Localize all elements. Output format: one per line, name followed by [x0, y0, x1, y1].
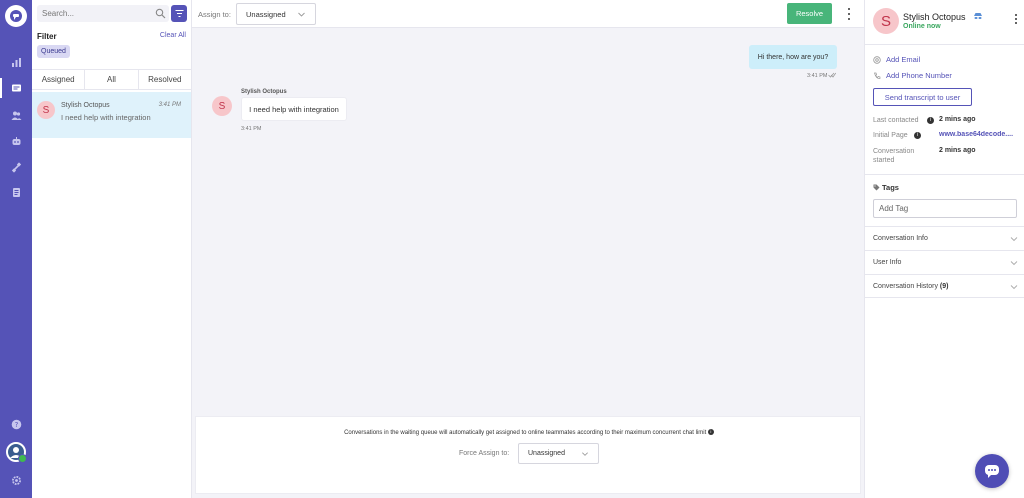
- filter-title: Filter: [37, 32, 57, 41]
- more-options-icon[interactable]: [846, 8, 852, 20]
- conversation-preview: I need help with integration: [61, 113, 151, 122]
- conversation-time: 3:41 PM: [158, 102, 181, 108]
- incoming-message: I need help with integration: [241, 97, 347, 121]
- chevron-down-icon: [582, 452, 588, 456]
- avatar: S: [873, 8, 899, 34]
- tab-assigned[interactable]: Assigned: [32, 70, 86, 89]
- accordion-label: Conversation Info: [873, 235, 928, 242]
- outgoing-message-time: 3:41 PM: [807, 73, 828, 79]
- filter-chip-queued[interactable]: Queued: [37, 45, 70, 58]
- bot-icon[interactable]: [0, 131, 32, 151]
- profile-avatar[interactable]: [6, 442, 27, 463]
- force-assign-label: Force Assign to:: [459, 450, 510, 457]
- conversations-icon[interactable]: [0, 78, 32, 98]
- queue-footer: Conversations in the waiting queue will …: [195, 416, 861, 494]
- assign-label: Assign to:: [198, 10, 231, 19]
- conversation-started-label-line2: started: [873, 157, 895, 164]
- chevron-down-icon: [298, 12, 305, 17]
- assign-dropdown[interactable]: Unassigned: [236, 3, 316, 25]
- info-icon[interactable]: i: [914, 132, 921, 139]
- user-name: Stylish Octopus: [903, 12, 966, 22]
- resolve-button[interactable]: Resolve: [787, 3, 832, 24]
- conversation-list-panel: Filter Clear All Queued Assigned All Res…: [32, 0, 192, 498]
- search-icon[interactable]: [155, 8, 166, 19]
- accordion-label: User Info: [873, 259, 902, 266]
- search-input[interactable]: [42, 9, 152, 18]
- queue-notice-text: Conversations in the waiting queue will …: [344, 430, 707, 436]
- tab-resolved[interactable]: Resolved: [139, 70, 191, 89]
- settings-icon[interactable]: [0, 470, 32, 490]
- conversation-started-value: 2 mins ago: [939, 147, 976, 154]
- incoming-message-time: 3:41 PM: [241, 126, 262, 132]
- avatar: S: [37, 101, 55, 119]
- chevron-down-icon: [1010, 237, 1018, 242]
- tab-all[interactable]: All: [85, 70, 139, 89]
- search-box: [37, 5, 169, 22]
- chat-launcher-button[interactable]: [975, 454, 1009, 488]
- divider: [865, 44, 1024, 45]
- divider: [865, 174, 1024, 175]
- force-assign-dropdown[interactable]: Unassigned: [518, 443, 599, 464]
- at-sign-icon: [873, 55, 881, 64]
- queue-notice: Conversations in the waiting queue will …: [196, 429, 862, 436]
- svg-text:?: ?: [14, 421, 18, 429]
- add-phone-label: Add Phone Number: [886, 71, 952, 80]
- initial-page-link[interactable]: www.base64decode....: [939, 131, 1021, 138]
- tags-title: Tags: [882, 183, 899, 192]
- app-root: ? Filter Clear All Queued Assigned All R…: [0, 0, 1024, 498]
- force-assign-value: Unassigned: [528, 450, 565, 457]
- double-check-icon: [828, 72, 836, 78]
- chat-area: Assign to: Unassigned Resolve Hi there, …: [192, 0, 864, 498]
- accordion-label: Conversation History (9): [873, 283, 948, 290]
- reports-icon[interactable]: [0, 52, 32, 72]
- incoming-sender-name: Stylish Octopus: [241, 89, 287, 95]
- add-phone-link[interactable]: Add Phone Number: [873, 71, 952, 80]
- left-nav-rail: ?: [0, 0, 32, 498]
- conversation-tabs: Assigned All Resolved: [32, 69, 191, 90]
- last-contacted-label: Last contacted: [873, 117, 919, 124]
- conversation-name: Stylish Octopus: [61, 102, 110, 109]
- list-item[interactable]: S Stylish Octopus 3:41 PM I need help wi…: [32, 92, 191, 138]
- tags-heading: Tags: [873, 183, 899, 192]
- add-email-label: Add Email: [886, 55, 921, 64]
- integrations-icon[interactable]: [0, 157, 32, 177]
- online-status: Online now: [903, 23, 941, 30]
- filter-button[interactable]: [171, 5, 187, 22]
- initial-page-label: Initial Page: [873, 132, 908, 139]
- accordion-conversation-info[interactable]: Conversation Info: [865, 226, 1024, 250]
- help-icon[interactable]: ?: [0, 414, 32, 434]
- chevron-down-icon: [1010, 261, 1018, 266]
- users-icon[interactable]: [0, 105, 32, 125]
- more-options-icon[interactable]: [1014, 14, 1018, 24]
- add-tag-input[interactable]: [873, 199, 1017, 218]
- avatar: S: [212, 96, 232, 116]
- user-incognito-icon: [974, 13, 982, 19]
- accordion-conversation-history[interactable]: Conversation History (9): [865, 274, 1024, 298]
- assign-value: Unassigned: [246, 9, 286, 19]
- info-icon[interactable]: i: [927, 117, 934, 124]
- clear-all-link[interactable]: Clear All: [160, 32, 186, 39]
- accordion-user-info[interactable]: User Info: [865, 250, 1024, 274]
- send-transcript-button[interactable]: Send transcript to user: [873, 88, 972, 106]
- tag-icon: [873, 184, 880, 191]
- phone-icon: [874, 72, 881, 79]
- add-email-link[interactable]: Add Email: [873, 55, 920, 64]
- user-details-panel: S Stylish Octopus Online now Add Email A…: [864, 0, 1024, 498]
- last-contacted-value: 2 mins ago: [939, 116, 976, 123]
- history-count: (9): [939, 283, 949, 290]
- documents-icon[interactable]: [0, 182, 32, 202]
- chevron-down-icon: [1010, 285, 1018, 290]
- info-icon[interactable]: i: [707, 429, 714, 435]
- history-label: Conversation History: [873, 283, 938, 290]
- filter-icon: [175, 10, 183, 17]
- chat-header: Assign to: Unassigned Resolve: [192, 0, 864, 28]
- outgoing-message: Hi there, how are you?: [749, 45, 837, 69]
- chat-bubble-icon: [985, 465, 999, 478]
- brand-logo-icon[interactable]: [5, 5, 27, 27]
- conversation-started-label-line1: Conversation: [873, 148, 915, 155]
